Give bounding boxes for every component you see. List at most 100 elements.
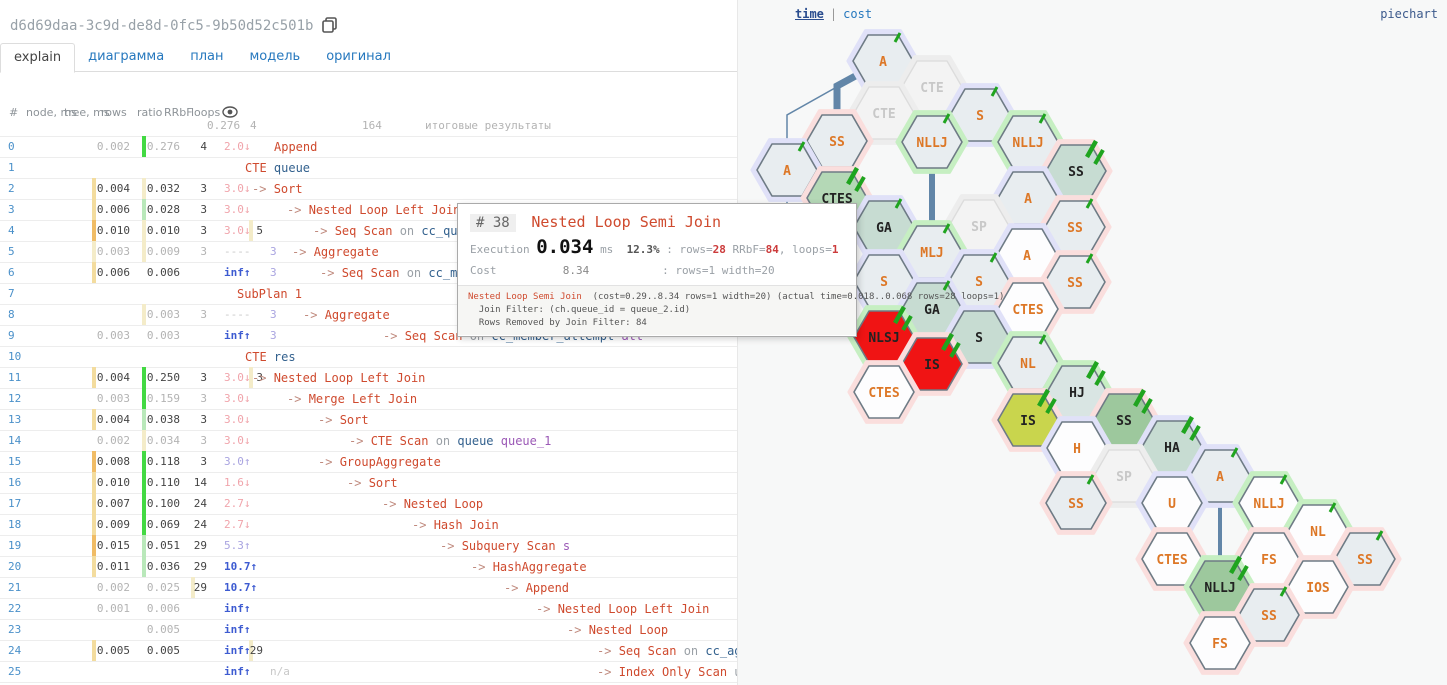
hex-label: A [879, 55, 887, 70]
plan-node-text: -> Append [504, 581, 569, 595]
hex-label: SS [1068, 165, 1084, 180]
tooltip-plan-text: Nested Loop Semi Join (cost=0.29..8.34 r… [458, 285, 856, 335]
hex-label: SS [1116, 414, 1132, 429]
hex-label: CTES [1156, 553, 1187, 568]
hex-label: IS [924, 358, 940, 373]
hex-label: SS [1261, 609, 1277, 624]
plan-node-text: -> Aggregate [303, 308, 390, 322]
plan-row[interactable]: 200.0110.0362910.7↑-> HashAggregate [0, 556, 737, 578]
plan-hex-diagram: ACTECTESSSNLLJNLLJASSCTESASPGASSMLJASSSS… [738, 0, 1447, 685]
hex-label: SS [1068, 497, 1084, 512]
mode-cost-link[interactable]: cost [843, 7, 872, 21]
hex-label: HA [1164, 441, 1180, 456]
plan-row[interactable]: 130.0040.03833.0↓-> Sort [0, 409, 737, 431]
plan-row[interactable]: 20.0040.03233.0↓-> Sort [0, 178, 737, 200]
plan-row[interactable]: 160.0100.110141.6↓-> Sort [0, 472, 737, 494]
tab-оригинал[interactable]: оригинал [313, 43, 404, 71]
hex-label: NLLJ [916, 136, 947, 151]
hex-label: S [976, 109, 984, 124]
hex-label: NLLJ [1204, 581, 1235, 596]
plan-row[interactable]: 190.0150.051295.3↑-> Subquery Scan s [0, 535, 737, 557]
plan-node-text: -> HashAggregate [471, 560, 587, 574]
plan-row[interactable]: 170.0070.100242.7↓-> Nested Loop [0, 493, 737, 515]
plan-node-text: -> Seq Scan on cc_agent_in_team [597, 644, 737, 658]
mode-time-link[interactable]: time [795, 7, 824, 21]
node-tooltip: # 38 Nested Loop Semi Join Execution 0.0… [457, 203, 857, 337]
plan-row[interactable]: 180.0090.069242.7↓-> Hash Join [0, 514, 737, 536]
hex-label: IS [1020, 414, 1036, 429]
plan-node-text: CTE queue [245, 161, 310, 175]
plan-row[interactable]: 230.005inf↑-> Nested Loop [0, 619, 737, 641]
hex-label: U [1168, 497, 1176, 512]
hex-label: FS [1212, 637, 1228, 652]
hex-label: SS [1067, 221, 1083, 236]
hex-label: NLLJ [1253, 497, 1284, 512]
plan-node-text: SubPlan 1 [237, 287, 302, 301]
plan-node-text: -> Nested Loop [382, 497, 483, 511]
hex-label: SP [1116, 470, 1132, 485]
tab-диаграмма[interactable]: диаграмма [75, 43, 177, 71]
plan-node-text: -> Sort [318, 413, 369, 427]
plan-node-text: Append [274, 140, 317, 154]
diagram-mode-switch: time | cost [795, 7, 872, 21]
tab-план[interactable]: план [177, 43, 236, 71]
plan-row[interactable]: 25inf↑n/a-> Index Only Scan using cc_tea… [0, 661, 737, 683]
plan-node-text: -> CTE Scan on queue queue_1 [349, 434, 551, 448]
hex-label: SS [1067, 276, 1083, 291]
plan-row[interactable]: 140.0020.03433.0↓-> CTE Scan on queue qu… [0, 430, 737, 452]
hex-label: CTE [872, 107, 895, 122]
hex-label: S [975, 275, 983, 290]
hex-label: CTES [868, 386, 899, 401]
plan-row[interactable]: 1CTE queue [0, 157, 737, 179]
hex-label: NL [1020, 357, 1036, 372]
hex-label: IOS [1306, 581, 1330, 596]
plan-node-text: -> Merge Left Join [287, 392, 417, 406]
page-title: d6d69daa-3c9d-de8d-0fc5-9b50d52c501b [10, 18, 313, 34]
hex-label: A [1023, 249, 1031, 264]
plan-row[interactable]: 220.0010.006inf↑-> Nested Loop Left Join [0, 598, 737, 620]
tab-explain[interactable]: explain [0, 43, 75, 73]
tooltip-node-title: Nested Loop Semi Join [531, 213, 721, 231]
plan-node-text: -> GroupAggregate [318, 455, 441, 469]
hex-label: A [783, 164, 791, 179]
hex-label: FS [1261, 553, 1277, 568]
hex-label: A [1024, 192, 1032, 207]
plan-row[interactable]: 150.0080.11833.0↑-> GroupAggregate [0, 451, 737, 473]
copy-icon[interactable] [321, 16, 339, 34]
hex-label: SP [971, 220, 987, 235]
plan-node-text: -> Index Only Scan using cc_team_pkey [597, 665, 737, 679]
plan-row[interactable]: 00.0020.27642.0↓Append [0, 136, 737, 158]
plan-row[interactable]: 210.0020.0252910.7↑-> Append [0, 577, 737, 599]
hex-label: GA [876, 221, 892, 236]
hex-label: CTE [920, 81, 943, 96]
diagram-panel: ACTECTESSSNLLJNLLJASSCTESASPGASSMLJASSSS… [737, 0, 1447, 685]
plan-row[interactable]: 0.2764164итоговые результаты [0, 115, 737, 137]
hex-label: GA [924, 303, 940, 318]
plan-node-text: -> Hash Join [412, 518, 499, 532]
plan-row[interactable]: 120.0030.15933.0↓-> Merge Left Join [0, 388, 737, 410]
mode-separator: | [830, 7, 837, 21]
hex-label: S [975, 331, 983, 346]
hex-label: HJ [1069, 386, 1085, 401]
plan-row[interactable]: 10CTE res [0, 346, 737, 368]
plan-node-text: -> Aggregate [292, 245, 379, 259]
tab-модель[interactable]: модель [236, 43, 313, 71]
piechart-label: piechart [1380, 7, 1438, 21]
tooltip-cost-line: Cost 8.34 : rows=1 width=20 [458, 261, 856, 280]
plan-row[interactable]: 240.0050.005inf↑29-> Seq Scan on cc_agen… [0, 640, 737, 662]
tooltip-node-number: # 38 [470, 214, 516, 232]
tab-bar: explainдиаграммапланмодельоригинал [0, 42, 737, 72]
tooltip-execution-line: Execution 0.034 ms 12.3% : rows=28 RRbF=… [458, 233, 856, 261]
plan-row[interactable]: 110.0040.25033.0↓3-> Nested Loop Left Jo… [0, 367, 737, 389]
plan-node-text: CTE res [245, 350, 296, 364]
plan-node-text: -> Subquery Scan s [440, 539, 570, 553]
hex-label: NLSJ [868, 331, 899, 346]
hex-label: H [1073, 442, 1081, 457]
plan-node-text: -> Nested Loop Left Join [287, 203, 460, 217]
hex-label: NLLJ [1012, 136, 1043, 151]
hex-label: NL [1310, 525, 1326, 540]
plan-node-text: -> Nested Loop Left Join [252, 371, 425, 385]
plan-node-text: -> Nested Loop Left Join [536, 602, 709, 616]
hex-label: MLJ [920, 246, 943, 261]
hex-label: SS [1357, 553, 1373, 568]
